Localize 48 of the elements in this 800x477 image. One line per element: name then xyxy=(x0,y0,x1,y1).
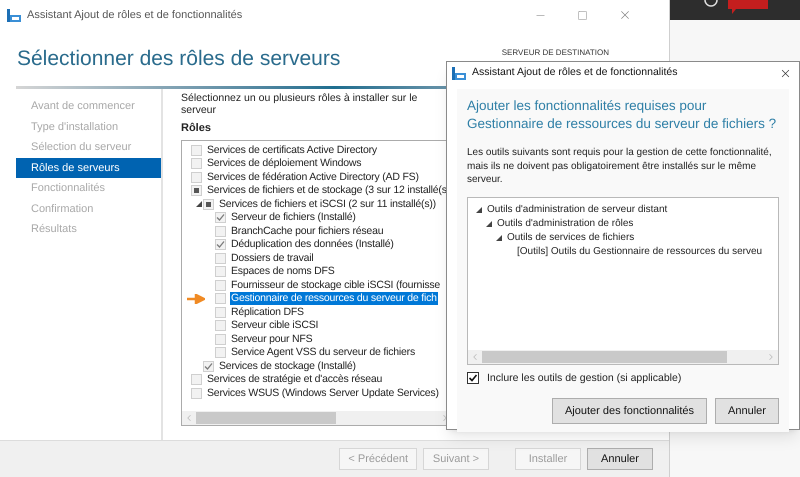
role-item[interactable]: Dossiers de travail xyxy=(230,252,315,265)
expanded-triangle-icon[interactable] xyxy=(496,234,502,240)
horizontal-scrollbar[interactable] xyxy=(468,350,778,364)
wizard-icon xyxy=(452,66,466,80)
page-heading: Sélectionner des rôles de serveurs xyxy=(17,46,340,72)
dialog-description: Les outils suivants sont requis pour la gestion de cette fonctionnalité, mais ils ne doivent pas obligatoirement être installés sur le même serveur. xyxy=(467,146,773,186)
role-item[interactable]: Services de stockage (Installé) xyxy=(218,360,357,373)
dialog-button[interactable]: Ajouter des fonctionnalités xyxy=(552,398,707,424)
role-item[interactable]: Espaces de noms DFS xyxy=(230,265,336,278)
tree-item[interactable]: Outils d'administration de rôles xyxy=(497,216,634,230)
role-item[interactable]: Services de fichiers et iSCSI (2 sur 11 installé(s)) xyxy=(218,198,437,211)
checkbox-label: Inclure les outils de gestion (si applicable) xyxy=(487,370,682,386)
role-item[interactable]: Serveur de fichiers (Installé) xyxy=(230,211,357,224)
instruction-text: Sélectionnez un ou plusieurs rôles à installer sur le serveur xyxy=(181,92,418,116)
role-item[interactable]: Fournisseur de stockage cible iSCSI (fournisse xyxy=(230,278,442,292)
role-item[interactable]: Réplication DFS xyxy=(230,306,305,319)
destination-label: SERVEUR DE DESTINATION xyxy=(502,47,609,59)
scrollbar-thumb[interactable] xyxy=(196,412,336,424)
role-item[interactable]: Services WSUS (Windows Server Update Services) xyxy=(206,386,440,400)
role-item[interactable]: Gestionnaire de ressources du serveur de fich xyxy=(230,292,438,306)
dialog-button[interactable]: Annuler xyxy=(587,448,653,470)
expanded-triangle-icon[interactable] xyxy=(476,206,482,212)
expanded-triangle-icon[interactable] xyxy=(196,201,202,208)
role-item[interactable]: Services de stratégie et d'accès réseau xyxy=(206,373,384,386)
scrollbar-thumb[interactable] xyxy=(482,350,727,362)
tree-item[interactable]: Outils d'administration de serveur distant xyxy=(487,202,668,216)
tree-item[interactable]: [Outils] Outils du Gestionnaire de ressources du serveu xyxy=(517,244,762,258)
window-title: Assistant Ajout de rôles et de fonctionnalités xyxy=(27,8,242,23)
checkbox[interactable] xyxy=(467,372,479,384)
role-item[interactable]: Serveur cible iSCSI xyxy=(230,319,320,332)
role-item[interactable]: Services de certificats Active Directory xyxy=(206,144,378,157)
tree-item[interactable]: Outils de services de fichiers xyxy=(507,230,634,244)
dialog-heading: Ajouter les fonctionnalités requises pour Gestionnaire de ressources du serveur de fichiers ? xyxy=(467,97,778,133)
role-item[interactable]: Services de déploiement Windows xyxy=(206,157,362,170)
role-item[interactable]: Service Agent VSS du serveur de fichiers xyxy=(230,346,416,360)
role-item[interactable]: Services de fichiers et de stockage (3 sur 12 installé(s xyxy=(206,184,448,198)
role-item[interactable]: Services de fédération Active Directory (AD FS) xyxy=(206,170,420,184)
role-item[interactable]: Déduplication des données (Installé) xyxy=(230,238,395,252)
nav-item[interactable]: Rôles de serveurs xyxy=(16,158,161,178)
roles-label: Rôles xyxy=(181,121,211,136)
dialog-title: Assistant Ajout de rôles et de fonctionnalités xyxy=(472,65,678,80)
role-item[interactable]: BranchCache pour fichiers réseau xyxy=(230,224,384,238)
wizard-icon xyxy=(7,8,21,22)
maximize-icon[interactable] xyxy=(577,10,588,20)
expanded-triangle-icon[interactable] xyxy=(486,220,492,226)
role-item[interactable]: Serveur pour NFS xyxy=(230,332,314,346)
dialog-button[interactable]: Annuler xyxy=(715,398,779,424)
notification-flag-icon[interactable] xyxy=(728,0,768,14)
